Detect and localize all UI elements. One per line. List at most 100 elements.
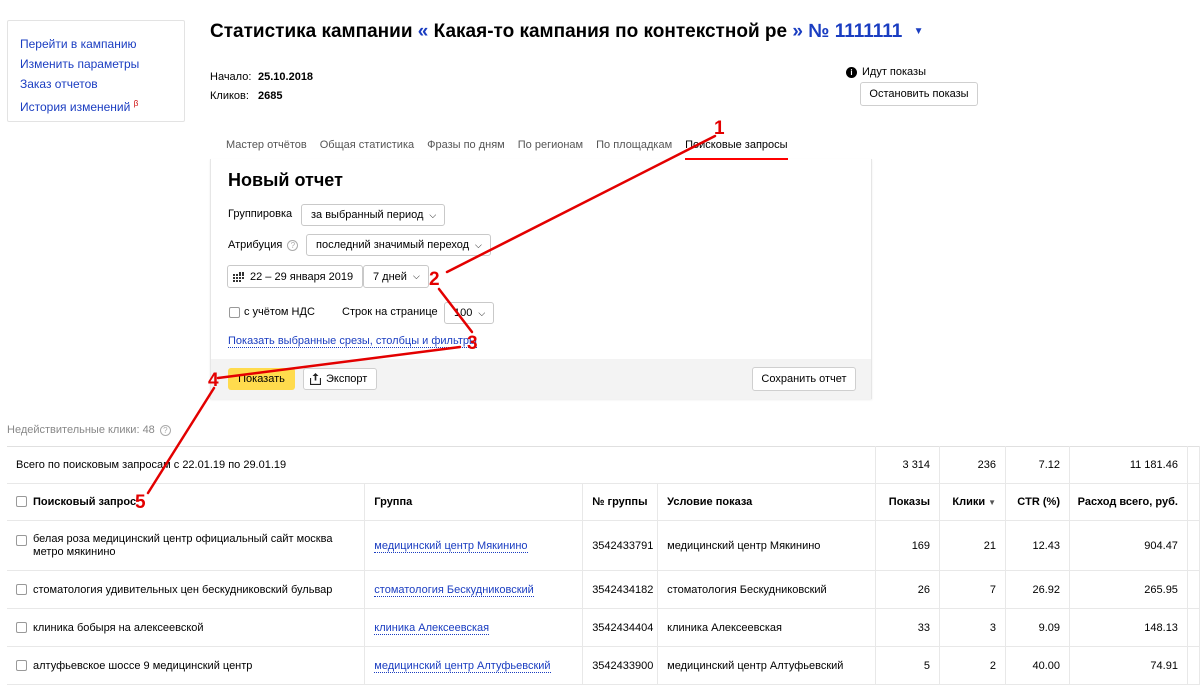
date-range-value: 22 – 29 января 2019 — [250, 270, 354, 283]
info-icon: i — [846, 66, 857, 78]
group-link[interactable]: медицинский центр Мякинино — [374, 539, 528, 553]
vat-checkbox[interactable] — [229, 307, 240, 318]
tab-phrases-by-day[interactable]: Фразы по дням — [427, 138, 505, 160]
tab-by-placement[interactable]: По площадкам — [596, 138, 672, 160]
tab-report-wizard[interactable]: Мастер отчётов — [226, 138, 307, 160]
period-select[interactable]: 7 дней ⌵ — [363, 265, 429, 288]
title-prefix: Статистика кампании — [210, 21, 413, 42]
group-link[interactable]: медицинский центр Алтуфьевский — [374, 659, 551, 673]
tab-general-stats[interactable]: Общая статистика — [320, 138, 414, 160]
nav-link-order-reports[interactable]: Заказ отчетов — [20, 74, 172, 94]
spend-cell: 904.47 — [1069, 520, 1188, 571]
table-row: белая роза медицинский центр официальный… — [7, 520, 1200, 571]
table-edge — [1187, 570, 1200, 609]
ctr-cell: 9.09 — [1005, 608, 1070, 647]
table-edge — [1187, 646, 1200, 685]
attribution-select[interactable]: последний значимый переход ⌵ — [306, 234, 491, 256]
export-label: Экспорт — [326, 373, 368, 385]
rows-per-page-label: Строк на странице — [342, 306, 438, 318]
header-condition[interactable]: Условие показа — [657, 483, 877, 521]
nav-link-change-history[interactable]: История изменений β — [20, 94, 172, 117]
header-group[interactable]: Группа — [364, 483, 584, 521]
grouping-label: Группировка — [228, 208, 293, 220]
save-report-button[interactable]: Сохранить отчет — [752, 367, 856, 391]
table-header: Поисковый запрос Группа № группы Условие… — [7, 483, 1200, 521]
total-impressions: 3 314 — [875, 446, 941, 484]
header-clicks[interactable]: Клики ▼ — [939, 483, 1007, 521]
help-icon[interactable]: ? — [287, 239, 299, 251]
table-edge — [1187, 608, 1200, 647]
annotation-label-1: 1 — [714, 118, 725, 139]
total-spend: 11 181.46 — [1069, 446, 1188, 484]
campaign-number[interactable]: № 1111111 — [808, 21, 902, 42]
total-ctr: 7.12 — [1005, 446, 1070, 484]
group-link[interactable]: клиника Алексеевская — [374, 621, 490, 635]
show-button[interactable]: Показать — [228, 368, 295, 390]
campaign-dropdown-icon[interactable]: ▼ — [914, 26, 924, 37]
row-checkbox[interactable] — [16, 583, 27, 595]
stop-impressions-button[interactable]: Остановить показы — [860, 82, 978, 106]
table-row: алтуфьевское шоссе 9 медицинский центр м… — [7, 646, 1200, 685]
attribution-value: последний значимый переход — [316, 239, 469, 251]
invalid-clicks: Недействительные клики: 48 ? — [7, 424, 171, 436]
impressions-cell: 26 — [875, 570, 941, 609]
table-row: стоматология удивительных цен бескуднико… — [7, 570, 1200, 609]
ctr-cell: 40.00 — [1005, 646, 1070, 685]
show-slices-link[interactable]: Показать выбранные срезы, столбцы и филь… — [228, 335, 477, 348]
group-cell: клиника Алексеевская — [364, 608, 584, 647]
start-value: 25.10.2018 — [258, 71, 314, 83]
row-checkbox[interactable] — [16, 534, 27, 546]
clicks-value: 2685 — [258, 90, 283, 102]
panel-footer: Показать Экспорт Сохранить отчет — [211, 359, 871, 399]
clicks-cell: 7 — [939, 570, 1007, 609]
header-spend[interactable]: Расход всего, руб. — [1069, 483, 1188, 521]
spend-cell: 265.95 — [1069, 570, 1188, 609]
date-range-picker[interactable]: 22 – 29 января 2019 — [227, 265, 364, 288]
group-cell: медицинский центр Алтуфьевский — [364, 646, 584, 685]
query-cell: клиника бобыря на алексеевской — [7, 608, 366, 647]
attribution-label: Атрибуция — [228, 239, 283, 251]
ctr-cell: 12.43 — [1005, 520, 1070, 571]
export-button[interactable]: Экспорт — [303, 368, 378, 390]
beta-mark: β — [133, 99, 139, 108]
spend-cell: 148.13 — [1069, 608, 1188, 647]
header-query[interactable]: Поисковый запрос — [7, 483, 366, 521]
query-text: белая роза медицинский центр официальный… — [33, 532, 333, 558]
total-clicks: 236 — [939, 446, 1007, 484]
campaign-name: Какая-то кампания по контекстной ре — [433, 21, 788, 42]
header-impressions[interactable]: Показы — [875, 483, 941, 521]
tab-by-region[interactable]: По регионам — [518, 138, 583, 160]
row-checkbox[interactable] — [16, 621, 27, 633]
grouping-select[interactable]: за выбранный период ⌵ — [301, 204, 446, 226]
query-cell: стоматология удивительных цен бескуднико… — [7, 570, 366, 609]
rows-per-page-value: 100 — [454, 307, 473, 319]
clicks-cell: 21 — [939, 520, 1007, 571]
report-tabs: Мастер отчётов Общая статистика Фразы по… — [226, 138, 801, 160]
header-ctr[interactable]: CTR (%) — [1005, 483, 1070, 521]
clicks-label: Кликов: — [210, 90, 249, 102]
export-icon — [310, 373, 321, 385]
query-text: стоматология удивительных цен бескуднико… — [33, 583, 333, 596]
totals-label: Всего по поисковым запросам с 22.01.19 п… — [7, 446, 877, 484]
tab-search-queries[interactable]: Поисковые запросы — [685, 138, 788, 160]
page-title: Статистика кампании « Какая-то кампания … — [210, 21, 924, 43]
header-group-no[interactable]: № группы — [582, 483, 659, 521]
rows-per-page-select[interactable]: 100 ⌵ — [444, 302, 495, 324]
status-text: Идут показы — [862, 66, 926, 78]
nav-link-go-to-campaign[interactable]: Перейти в кампанию — [20, 34, 172, 54]
clicks-cell: 2 — [939, 646, 1007, 685]
clicks-cell: 3 — [939, 608, 1007, 647]
row-checkbox[interactable] — [16, 659, 27, 671]
query-cell: белая роза медицинский центр официальный… — [7, 520, 366, 571]
start-label: Начало: — [210, 71, 252, 83]
select-all-checkbox[interactable] — [16, 496, 27, 507]
nav-link-edit-params[interactable]: Изменить параметры — [20, 54, 172, 74]
group-link[interactable]: стоматология Бескудниковский — [374, 583, 534, 597]
calendar-icon — [233, 271, 244, 282]
header-clicks-label: Клики — [952, 496, 986, 508]
help-icon[interactable]: ? — [159, 424, 171, 436]
report-panel: Новый отчет Группировка за выбранный пер… — [210, 159, 872, 399]
group-cell: медицинский центр Мякинино — [364, 520, 584, 571]
group-cell: стоматология Бескудниковский — [364, 570, 584, 609]
campaign-status: i Идут показы — [846, 66, 926, 78]
